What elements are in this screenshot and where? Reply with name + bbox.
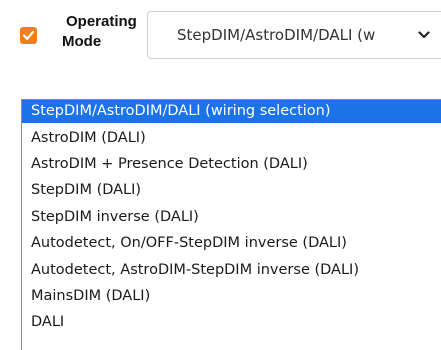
dropdown-option-dali[interactable]: DALI <box>22 311 441 334</box>
operating-mode-label: Operating Mode <box>52 12 140 52</box>
dropdown-option-astrodim-presence[interactable]: AstroDIM + Presence Detection (DALI) <box>22 153 441 176</box>
dropdown-option-mainsdim[interactable]: MainsDIM (DALI) <box>22 285 441 308</box>
dropdown-option-autodetect-astrodim[interactable]: Autodetect, AstroDIM-StepDIM inverse (DA… <box>22 259 441 282</box>
operating-mode-checkbox[interactable] <box>20 27 37 44</box>
operating-mode-label-line2: Mode <box>62 33 102 50</box>
operating-mode-dropdown-list: StepDIM/AstroDIM/DALI (wiring selection)… <box>21 99 441 350</box>
operating-mode-select-value: StepDIM/AstroDIM/DALI (w <box>177 26 376 44</box>
dropdown-option-wiring-selection[interactable]: StepDIM/AstroDIM/DALI (wiring selection) <box>22 100 441 123</box>
dropdown-option-stepdim[interactable]: StepDIM (DALI) <box>22 179 441 202</box>
checkmark-icon <box>22 30 35 40</box>
operating-mode-label-line1: Operating <box>66 13 137 30</box>
chevron-down-icon <box>418 31 430 39</box>
dropdown-option-stepdim-inverse[interactable]: StepDIM inverse (DALI) <box>22 206 441 229</box>
dropdown-option-astrodim[interactable]: AstroDIM (DALI) <box>22 127 441 150</box>
dropdown-option-autodetect-onoff[interactable]: Autodetect, On/OFF-StepDIM inverse (DALI… <box>22 232 441 255</box>
operating-mode-select[interactable]: StepDIM/AstroDIM/DALI (w <box>147 11 441 59</box>
